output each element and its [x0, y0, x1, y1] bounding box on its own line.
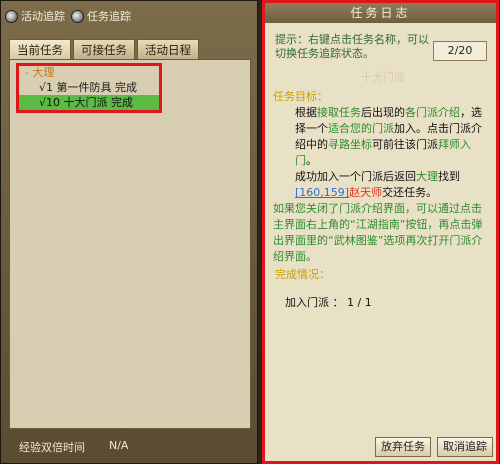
quest-list: - 大理 √1 第一件防具 完成 √10 十大门派 完成 [9, 59, 251, 429]
tracking-toggle-bar: 活动追踪 任务追踪 [5, 5, 255, 27]
quest-log-hint: 提示：右键点击任务名称，可以切换任务追踪状态。 [275, 33, 429, 60]
quest-list-panel: 活动追踪 任务追踪 当前任务 可接任务 活动日程 - 大理 √1 第一件防具 完… [0, 0, 258, 464]
double-exp-value: N/A [109, 439, 129, 452]
quest-faint-name: 十大门派 [361, 71, 405, 84]
activity-tracking-label: 活动追踪 [21, 10, 65, 23]
quest-tree-highlighted: - 大理 √1 第一件防具 完成 √10 十大门派 完成 [16, 63, 162, 113]
quest-goal-paragraph-1: 根据接取任务后出现的各门派介绍，选择一个适合您的门派加入。点击门派介绍中的寻路坐… [273, 105, 488, 169]
double-exp-label: 经验双倍时间 [19, 441, 85, 454]
keyword-suitable-sect: 适合您的门派 [328, 122, 394, 135]
quest-log-panel: 任务日志 提示：右键点击任务名称，可以切换任务追踪状态。 2/20 十大门派 任… [262, 0, 499, 464]
text: 根据 [295, 106, 317, 119]
quest-tabs: 当前任务 可接任务 活动日程 [9, 39, 199, 60]
tab-activity-schedule[interactable]: 活动日程 [137, 39, 199, 60]
completion-label: 完成情况： [275, 268, 330, 281]
npc-name: 赵天师 [349, 186, 383, 199]
quest-log-title: 任务日志 [265, 3, 496, 23]
completion-progress: 加入门派 ： 1 / 1 [285, 296, 372, 309]
tab-current-quests[interactable]: 当前任务 [9, 39, 71, 60]
text: 成功加入一个门派后返回 [295, 170, 416, 183]
quest-log-buttons: 放弃任务 取消追踪 [375, 437, 493, 457]
coordinate-link[interactable]: [160,159] [295, 186, 349, 199]
quest-item-first-armor[interactable]: √1 第一件防具 完成 [19, 80, 159, 95]
text: 后出现的 [361, 106, 405, 119]
radio-button-icon [71, 9, 84, 23]
keyword-pathfinding: 寻路坐标 [328, 138, 372, 151]
quest-goal-paragraph-2: 成功加入一个门派后返回大理找到 [160,159]赵天师交还任务。 [273, 169, 488, 201]
tab-available-quests[interactable]: 可接任务 [73, 39, 135, 60]
double-exp-status: 经验双倍时间 N/A [19, 439, 128, 455]
quest-count-badge: 2/20 [433, 41, 487, 61]
keyword-sect-intro: 各门派介绍 [405, 106, 460, 119]
quest-item-ten-sects[interactable]: √10 十大门派 完成 [19, 95, 159, 110]
activity-tracking-radio[interactable]: 活动追踪 [5, 8, 65, 24]
radio-button-icon [5, 9, 18, 23]
quest-category-dali[interactable]: - 大理 [19, 66, 159, 80]
task-tracking-label: 任务追踪 [87, 10, 131, 23]
quest-window: 活动追踪 任务追踪 当前任务 可接任务 活动日程 - 大理 √1 第一件防具 完… [0, 0, 500, 464]
keyword-accept-quest: 接取任务 [317, 106, 361, 119]
keyword-dali: 大理 [416, 170, 438, 183]
text: 可前往该门派 [372, 138, 438, 151]
task-tracking-radio[interactable]: 任务追踪 [71, 8, 131, 24]
quest-description: 任务目标： 根据接取任务后出现的各门派介绍，选择一个适合您的门派加入。点击门派介… [273, 89, 488, 265]
cancel-tracking-button[interactable]: 取消追踪 [437, 437, 493, 457]
quest-goal-label: 任务目标： [273, 90, 328, 103]
text: 。 [306, 154, 317, 167]
abandon-quest-button[interactable]: 放弃任务 [375, 437, 431, 457]
text: 找到 [438, 170, 460, 183]
quest-goal-paragraph-3: 如果您关闭了门派介绍界面，可以通过点击主界面右上角的“江湖指南”按钮，再点击弹出… [273, 202, 483, 263]
text: 交还任务。 [382, 186, 438, 199]
